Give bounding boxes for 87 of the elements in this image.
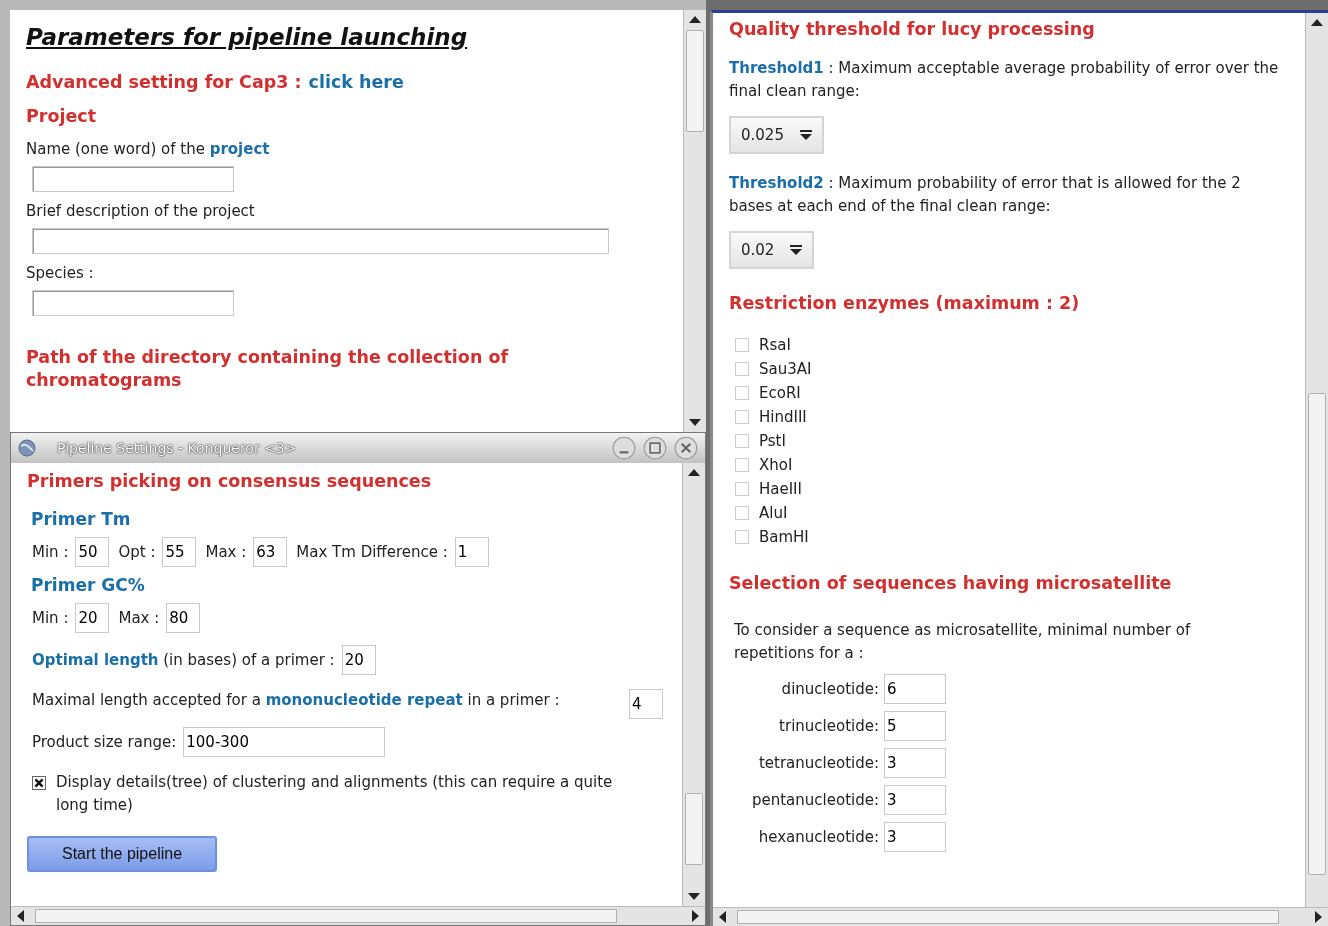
close-button[interactable]	[673, 435, 699, 461]
field-label: Max :	[118, 609, 160, 627]
horizontal-scrollbar[interactable]	[11, 906, 705, 925]
field-label: dinucleotide:	[780, 680, 879, 698]
minimize-button[interactable]	[611, 435, 637, 461]
scroll-thumb[interactable]	[35, 909, 617, 923]
field-label: Min :	[32, 543, 69, 561]
globe-icon	[17, 438, 37, 458]
dropdown[interactable]: 0.025	[729, 116, 824, 154]
subsection-heading: Primer GC%	[31, 575, 146, 595]
scroll-thumb[interactable]	[1308, 393, 1326, 875]
scroll-down-icon[interactable]	[689, 419, 701, 426]
scroll-thumb[interactable]	[737, 910, 1279, 924]
scroll-up-icon[interactable]	[688, 469, 700, 476]
field-label: tetranucleotide:	[757, 754, 879, 772]
scroll-thumb[interactable]	[686, 30, 704, 132]
checkbox-label: BamHI	[759, 528, 809, 546]
scrollbar[interactable]	[683, 10, 706, 432]
threshold-description: Threshold2 : Maximum probability of error that is allowed for the 2 bases at each end of the final clean range:	[729, 173, 1242, 217]
caret-icon	[799, 130, 812, 140]
checkbox[interactable]	[32, 776, 46, 790]
number-field[interactable]: 6	[884, 674, 946, 704]
window-title: Pipeline Settings - Konqueror <3>	[57, 440, 297, 456]
dropdown[interactable]: 0.02	[729, 231, 815, 269]
number-field[interactable]: 63	[253, 537, 288, 567]
field-label: Optimal length (in bases) of a primer :	[32, 651, 335, 669]
checkbox-label: HindIII	[759, 408, 807, 426]
field-label: Max :	[205, 543, 247, 561]
section-heading: Quality threshold for lucy processing	[729, 19, 1096, 39]
subsection-heading: Primer Tm	[31, 509, 132, 529]
checkbox-label: Sau3AI	[759, 360, 812, 378]
caret-icon	[790, 245, 803, 255]
field-label: hexanucleotide:	[757, 828, 879, 846]
section-heading: Restriction enzymes (maximum : 2)	[729, 293, 1081, 313]
checkbox-label: XhoI	[759, 456, 793, 474]
scroll-up-icon[interactable]	[1311, 19, 1323, 26]
horizontal-scrollbar[interactable]	[713, 907, 1328, 926]
number-field[interactable]: 3	[884, 822, 946, 852]
number-field[interactable]: 5	[884, 711, 946, 741]
field-label: pentanucleotide:	[750, 791, 879, 809]
field-label: Brief description of the project	[26, 202, 256, 220]
threshold-description: Threshold1 : Maximum acceptable average probability of error over the final clean range:	[729, 58, 1280, 102]
scroll-right-icon[interactable]	[1315, 911, 1322, 923]
number-field[interactable]: 20	[75, 603, 110, 633]
scroll-thumb[interactable]	[685, 793, 703, 865]
checkbox-label: PstI	[759, 432, 786, 450]
scroll-left-icon[interactable]	[719, 911, 726, 923]
field-label: Max Tm Difference :	[296, 543, 448, 561]
field-label: trinucleotide:	[778, 717, 879, 735]
number-field[interactable]: 3	[884, 748, 946, 778]
section-heading: Selection of sequences having microsatellite	[729, 573, 1173, 593]
number-field[interactable]: 3	[884, 785, 946, 815]
description-text: To consider a sequence as microsatellite, minimal number of repetitions for a :	[734, 620, 1192, 664]
field-label: Min :	[32, 609, 69, 627]
number-field[interactable]: 20	[341, 645, 376, 675]
checkbox-label: Display details(tree) of clustering and alignments (this can require a quite long time)	[56, 772, 614, 816]
field-label: Name (one word) of the project	[26, 140, 271, 158]
checkbox-label: HaeIII	[759, 480, 802, 498]
maximize-button[interactable]	[642, 435, 668, 461]
text-field[interactable]: 100-300	[183, 727, 386, 757]
number-field[interactable]: 1	[454, 537, 489, 567]
checkbox-label: AluI	[759, 504, 788, 522]
scroll-up-icon[interactable]	[689, 16, 701, 23]
field-label: Species :	[26, 264, 95, 282]
scrollbar[interactable]	[682, 463, 705, 906]
field-label: Maximal length accepted for a mononucleotide repeat in a primer :	[32, 690, 561, 711]
field-label: Product size range:	[32, 733, 177, 751]
scroll-left-icon[interactable]	[17, 910, 24, 922]
scrollbar[interactable]	[1305, 13, 1328, 907]
section-heading: Path of the directory containing the collection of chromatograms	[26, 346, 510, 392]
checkbox-label: EcoRI	[759, 384, 801, 402]
start-button[interactable]: Start the pipeline	[27, 836, 217, 872]
number-field[interactable]: 50	[75, 537, 110, 567]
checkbox-label: RsaI	[759, 336, 791, 354]
section-heading: Advanced setting for Cap3 :	[26, 72, 302, 92]
number-field[interactable]: 4	[629, 689, 663, 719]
number-field[interactable]: 55	[162, 537, 197, 567]
section-heading: Primers picking on consensus sequences	[27, 471, 433, 491]
page-title: Parameters for pipeline launching	[26, 24, 468, 50]
section-heading: Project	[26, 106, 98, 126]
number-field[interactable]: 80	[166, 603, 201, 633]
click-here-link[interactable]: click here	[308, 72, 404, 92]
text-field[interactable]	[32, 228, 609, 254]
field-label: Opt :	[118, 543, 156, 561]
scroll-right-icon[interactable]	[692, 910, 699, 922]
text-field[interactable]	[32, 290, 234, 316]
text-field[interactable]	[32, 166, 234, 192]
